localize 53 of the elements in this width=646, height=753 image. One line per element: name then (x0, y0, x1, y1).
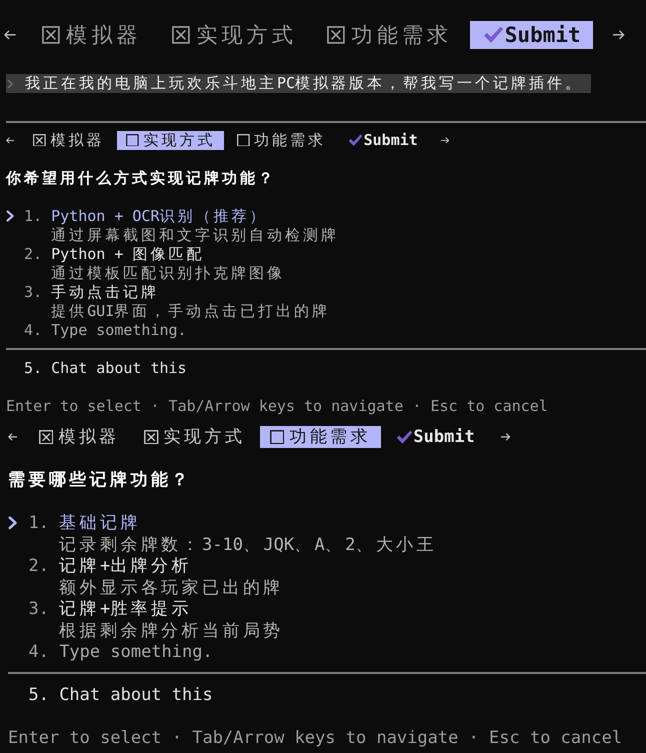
option-number: 1. (28, 512, 49, 533)
option-label[interactable]: 基础记牌 (59, 511, 141, 534)
arrow-left-icon (4, 30, 16, 40)
footer-hint: Enter to select · Tab/Arrow keys to navigate · Esc to cancel (8, 728, 622, 748)
arrow-left-icon (6, 136, 14, 144)
question-tab[interactable]: 模拟器 (29, 21, 154, 49)
arrow-right-icon (441, 136, 450, 144)
chevron-icon (7, 78, 13, 88)
submit-tab[interactable]: Submit (385, 426, 486, 448)
question-tab[interactable]: 功能需求 (260, 426, 382, 448)
option-number: 2. (28, 556, 49, 576)
question-text: 你希望用什么方式实现记牌功能？ (6, 168, 276, 188)
question-tab[interactable]: 模拟器 (24, 130, 114, 150)
option-number: 3. (24, 283, 42, 301)
option-description: 通过模板匹配识别扑克牌图像 (51, 264, 286, 282)
check-icon (396, 430, 413, 444)
option-number: 1. (24, 207, 42, 225)
question-text: 需要哪些记牌功能？ (8, 469, 192, 492)
check-icon (482, 26, 504, 44)
arrow-left-icon (8, 432, 18, 441)
option-number: 3. (28, 598, 49, 619)
option-number: 5. (24, 359, 42, 377)
option-label[interactable]: Python + 图像匹配 (51, 244, 204, 264)
input-field[interactable]: Type something. (59, 641, 218, 662)
check-icon (348, 134, 363, 146)
question-tab[interactable]: 实现方式 (160, 21, 310, 49)
option-description: 记录剩余牌数：3-10、JQK、A、2、大小王 (59, 534, 437, 556)
option-description: 通过屏幕截图和文字识别自动检测牌 (51, 226, 340, 244)
option-label[interactable]: 记牌+出牌分析 (59, 554, 192, 578)
option-label[interactable]: Chat about this (51, 359, 187, 377)
footer-hint: Enter to select · Tab/Arrow keys to navigate · Esc to cancel (6, 397, 548, 415)
pointer-icon (6, 210, 14, 222)
option-number: 4. (28, 642, 49, 662)
question-tab[interactable]: 功能需求 (228, 130, 336, 150)
question-tab[interactable]: 实现方式 (117, 130, 224, 150)
question-tab[interactable]: 模拟器 (28, 426, 130, 448)
option-label[interactable]: 记牌+胜率提示 (59, 597, 192, 620)
option-description: 根据剩余牌分析当前局势 (59, 620, 284, 642)
submit-tab[interactable]: Submit (470, 21, 594, 49)
option-number: 5. (28, 684, 49, 705)
arrow-right-icon (501, 432, 511, 441)
option-number: 4. (24, 321, 42, 339)
pointer-icon (8, 516, 18, 530)
submit-tab[interactable]: Submit (338, 130, 427, 150)
input-field[interactable]: Type something. (51, 320, 192, 340)
option-label[interactable]: 手动点击记牌 (51, 282, 160, 302)
option-description: 额外显示各玩家已出的牌 (59, 576, 284, 599)
option-label[interactable]: Chat about this (59, 684, 213, 705)
arrow-right-icon (613, 30, 626, 40)
option-number: 2. (24, 245, 42, 263)
question-tab[interactable]: 功能需求 (314, 21, 466, 49)
option-label[interactable]: Python + OCR识别（推荐） (51, 206, 268, 226)
question-tab[interactable]: 实现方式 (134, 426, 256, 448)
